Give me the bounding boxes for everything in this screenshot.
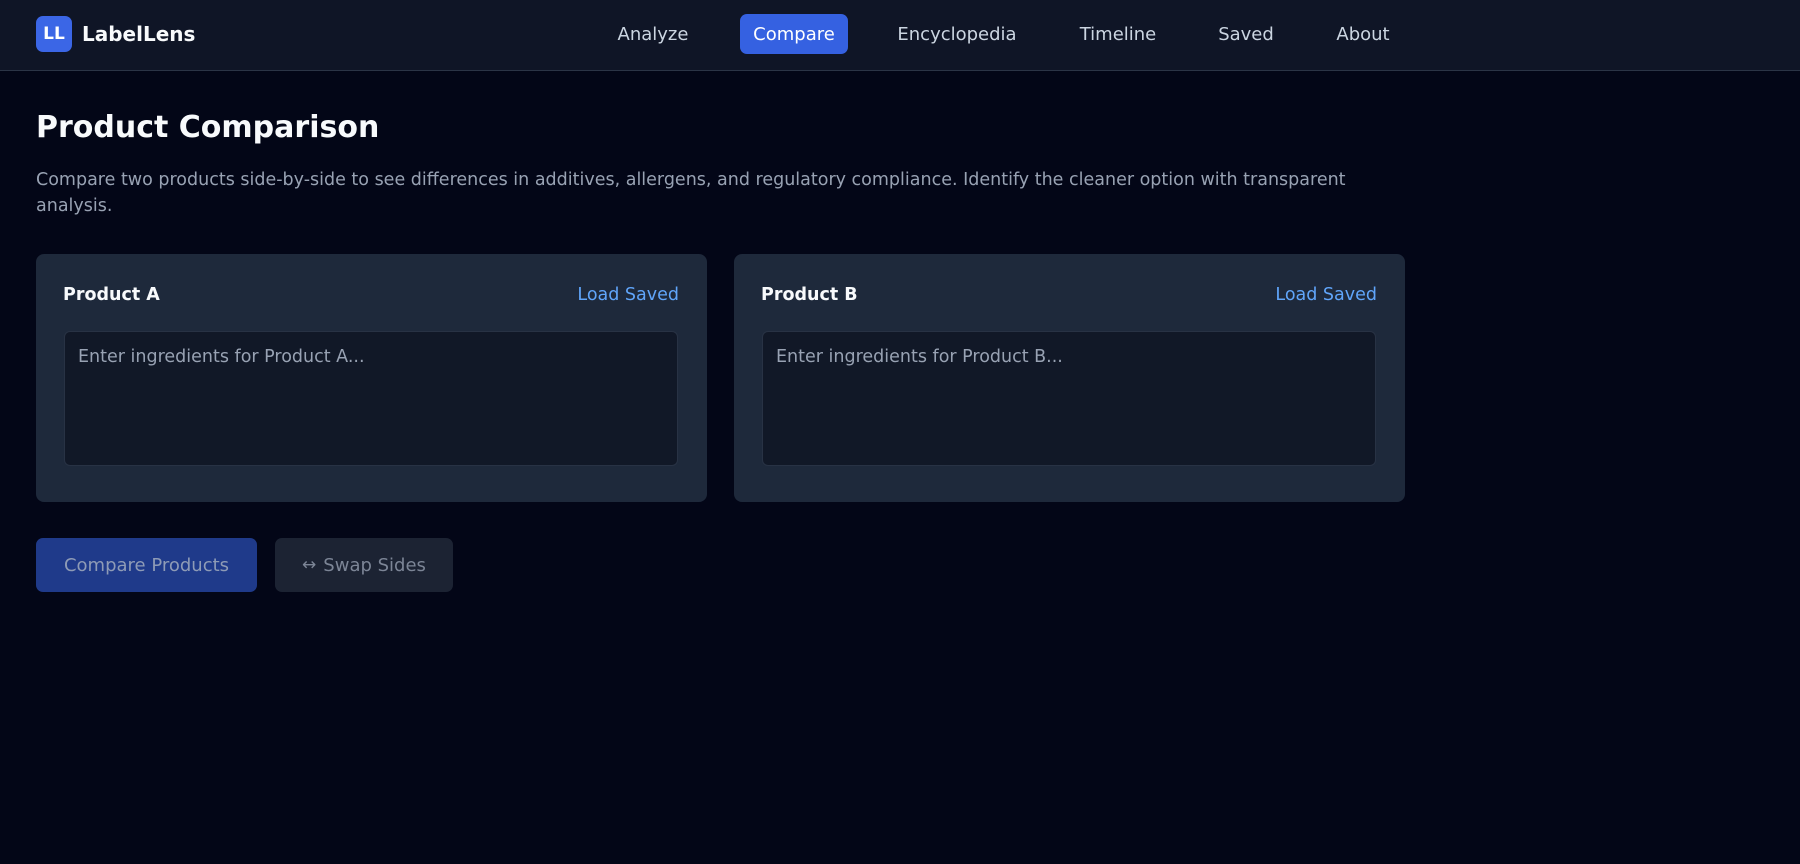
page-title: Product Comparison [36,110,380,145]
product-a-panel: Product A Load Saved [36,254,707,502]
product-a-ingredients-input[interactable] [64,331,678,466]
product-b-load-saved-link[interactable]: Load Saved [1275,285,1377,305]
product-b-title: Product B [761,285,858,305]
nav-item-compare[interactable]: Compare [740,14,848,54]
nav-item-encyclopedia[interactable]: Encyclopedia [885,14,1029,54]
main-nav: Analyze Compare Encyclopedia Timeline Sa… [0,14,1800,54]
swap-arrows-icon: ↔ [302,555,317,575]
nav-item-saved[interactable]: Saved [1206,14,1286,54]
nav-item-about[interactable]: About [1324,14,1402,54]
product-b-ingredients-input[interactable] [762,331,1376,466]
swap-sides-button[interactable]: ↔ Swap Sides [275,538,453,592]
product-a-load-saved-link[interactable]: Load Saved [577,285,679,305]
nav-item-timeline[interactable]: Timeline [1066,14,1170,54]
swap-sides-label: Swap Sides [323,554,426,576]
product-b-panel: Product B Load Saved [734,254,1405,502]
top-navigation-bar: LL LabelLens Analyze Compare Encyclopedi… [0,0,1800,71]
page-description: Compare two products side-by-side to see… [36,170,1346,216]
nav-item-analyze[interactable]: Analyze [606,14,700,54]
product-a-title: Product A [63,285,160,305]
compare-products-button[interactable]: Compare Products [36,538,257,592]
